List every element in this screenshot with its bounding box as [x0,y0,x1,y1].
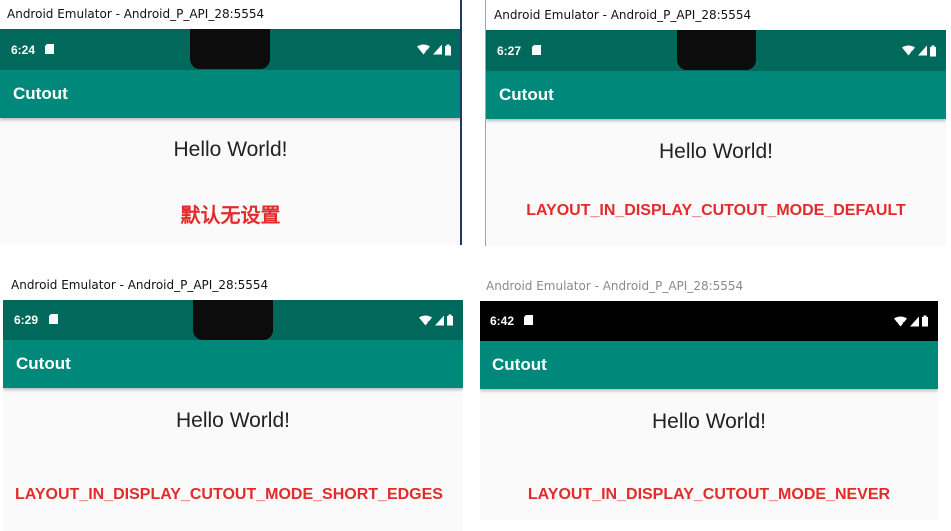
status-time: 6:42 [490,314,515,328]
sd-card-icon [532,42,541,60]
status-time: 6:27 [497,43,522,58]
device-screen: 6:27 Cutout Hello World! LAYOUT_IN_DISPL… [486,30,946,246]
signal-icon [910,316,919,326]
emulator-window-mode-never: Android Emulator - Android_P_API_28:5554… [480,270,938,520]
hello-text: Hello World! [652,410,766,433]
window-title: Android Emulator - Android_P_API_28:5554 [11,278,269,292]
hello-text: Hello World! [659,140,773,163]
display-cutout [677,30,756,70]
display-cutout [193,300,273,340]
window-title: Android Emulator - Android_P_API_28:5554 [486,279,744,293]
app-title: Cutout [16,354,71,373]
sd-card-icon [45,41,54,59]
hello-text: Hello World! [173,138,288,161]
window-title: Android Emulator - Android_P_API_28:5554 [7,7,265,21]
wifi-icon [902,45,915,56]
device-screen: 6:29 Cutout Hello World! LAYOUT_IN_DISPL… [3,300,463,531]
display-cutout [190,29,270,69]
status-bar: 6:42 [480,301,938,341]
wifi-icon [894,316,907,326]
app-bar: Cutout [486,71,946,119]
wifi-icon [417,44,430,55]
window-divider [485,0,486,246]
app-title: Cutout [499,85,554,104]
signal-icon [435,315,444,325]
sd-card-icon [524,312,533,330]
battery-icon [930,45,936,56]
window-divider [460,0,462,245]
app-bar: Cutout [0,70,461,118]
status-time: 6:24 [11,42,36,57]
battery-icon [922,315,928,327]
signal-icon [918,45,927,56]
window-title: Android Emulator - Android_P_API_28:5554 [494,8,752,22]
signal-icon [433,44,442,55]
emulator-window-mode-default: Android Emulator - Android_P_API_28:5554… [486,0,946,246]
app-bar: Cutout [480,341,938,389]
hello-text: Hello World! [176,409,290,432]
cutout-mode-label: LAYOUT_IN_DISPLAY_CUTOUT_MODE_SHORT_EDGE… [15,486,443,503]
cutout-mode-label: LAYOUT_IN_DISPLAY_CUTOUT_MODE_DEFAULT [526,202,906,219]
app-title: Cutout [492,355,547,374]
battery-icon [447,314,453,326]
device-screen: 6:24 Cutout Hello World! 默认无设置 [0,29,461,245]
battery-icon [445,44,451,55]
status-time: 6:29 [14,313,39,327]
emulator-window-default-unset: Android Emulator - Android_P_API_28:5554… [0,0,461,245]
wifi-icon [419,315,432,325]
cutout-mode-label: LAYOUT_IN_DISPLAY_CUTOUT_MODE_NEVER [527,486,891,503]
app-title: Cutout [13,84,68,103]
app-bar: Cutout [3,340,463,388]
cutout-mode-label: 默认无设置 [180,205,281,227]
device-screen: 6:42 Cutout Hello World! LAYOUT_IN_DISPL… [480,301,938,520]
emulator-window-mode-short-edges: Android Emulator - Android_P_API_28:5554… [3,270,463,531]
sd-card-icon [49,311,58,329]
